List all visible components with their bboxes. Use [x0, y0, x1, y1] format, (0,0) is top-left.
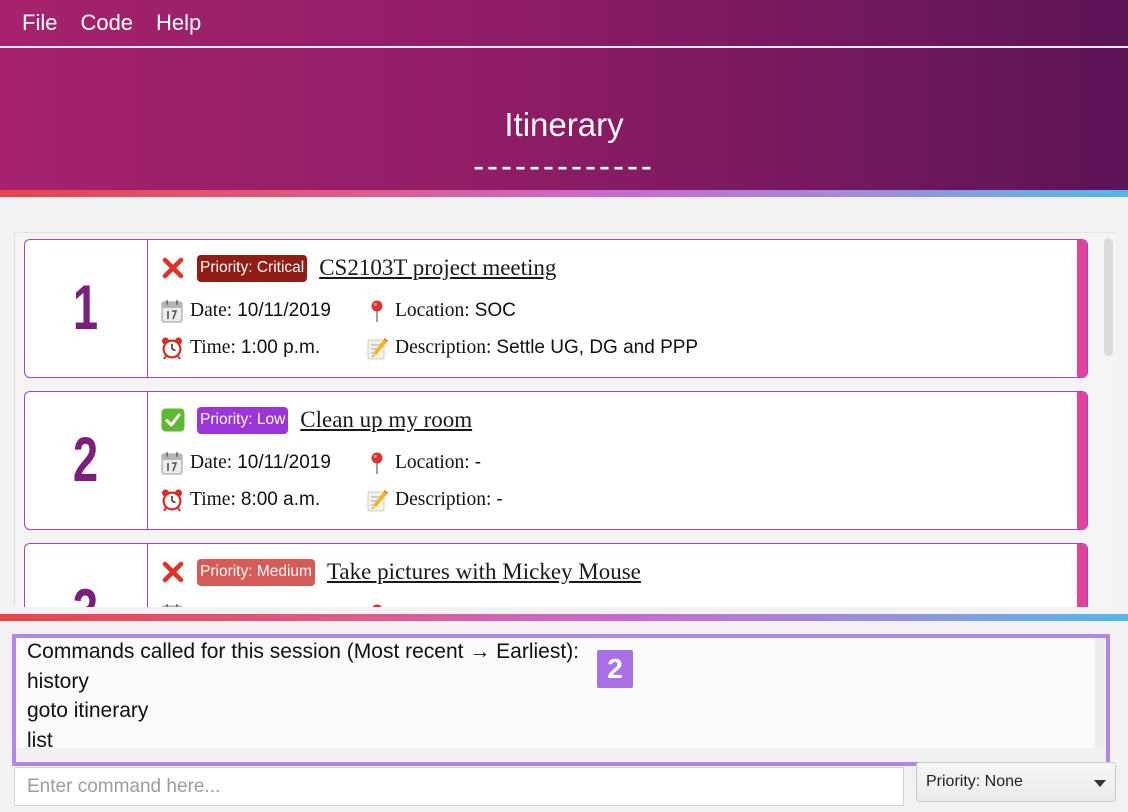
item-index: 2 — [73, 425, 99, 495]
check-mark-icon — [161, 408, 185, 432]
header-divider-stripe — [0, 190, 1128, 197]
item-header-row: Priority: Critical CS2103T project meeti… — [161, 254, 556, 282]
description-field: Description: - — [366, 488, 503, 512]
calendar-icon — [161, 603, 183, 607]
time-field: Time: 1:00 p.m. — [161, 336, 366, 360]
item-date-location-row: Date: 10/11/2019 Location: SOC — [161, 298, 516, 324]
item-title: Take pictures with Mickey Mouse — [326, 559, 641, 584]
description-value: - — [496, 489, 503, 510]
itinerary-list[interactable]: 1 Priority: Critical CS2103T project mee… — [14, 232, 1116, 607]
item-header-row: Priority: Low Clean up my room — [161, 406, 472, 434]
date-label: Date: — [190, 604, 232, 607]
item-header-row: Priority: Medium Take pictures with Mick… — [161, 558, 641, 586]
memo-icon — [366, 336, 388, 360]
date-field: Date: 10/11/2019 — [161, 299, 366, 323]
card-accent-bar — [1077, 392, 1087, 529]
location-field: Location: — [366, 603, 475, 607]
menu-file[interactable]: File — [22, 0, 57, 46]
item-index-cell: 1 — [25, 240, 148, 377]
item-title: CS2103T project meeting — [319, 255, 557, 280]
cross-mark-icon — [161, 256, 185, 280]
item-index-cell: 2 — [25, 392, 148, 529]
cross-mark-icon — [161, 560, 185, 584]
description-field: Description: Settle UG, DG and PPP — [366, 336, 698, 360]
priority-dropdown-value: Priority: None — [926, 773, 1023, 790]
pin-icon — [366, 603, 388, 607]
memo-icon — [366, 488, 388, 512]
alarm-clock-icon — [161, 336, 183, 360]
location-label: Location: — [395, 300, 470, 321]
result-line: history — [27, 669, 89, 693]
result-heading: Commands called for this session (Most r… — [27, 640, 580, 663]
date-label: Date: — [190, 300, 233, 321]
priority-badge: Priority: Critical — [197, 254, 308, 282]
pin-icon — [366, 299, 388, 323]
card-accent-bar — [1077, 240, 1087, 377]
priority-dropdown[interactable]: Priority: None — [916, 762, 1116, 802]
location-value: SOC — [474, 300, 516, 321]
panel-divider-stripe — [0, 614, 1128, 621]
date-value: 10/11/2019 — [237, 300, 331, 321]
menu-code[interactable]: Code — [80, 0, 133, 46]
time-label: Time: — [190, 489, 236, 510]
time-field: Time: 8:00 a.m. — [161, 488, 366, 512]
itinerary-card[interactable]: 3 Priority: Medium Take pictures with Mi… — [24, 543, 1088, 607]
result-horizontal-scrollbar[interactable] — [16, 748, 1106, 762]
location-label: Location: — [395, 604, 470, 607]
item-time-description-row: Time: 8:00 a.m. Description: - — [161, 487, 503, 513]
priority-badge: Priority: Low — [197, 406, 289, 434]
date-field: Date: 10/11/2019 — [161, 451, 366, 475]
card-accent-bar — [1077, 544, 1087, 607]
pin-icon — [366, 451, 388, 475]
chevron-down-icon — [1094, 780, 1106, 787]
calendar-icon — [161, 299, 183, 323]
command-input[interactable] — [14, 767, 904, 806]
item-date-location-row: Date: Location: — [161, 602, 475, 607]
annotation-badge: 2 — [597, 650, 633, 688]
priority-badge: Priority: Medium — [197, 558, 315, 586]
time-value: 1:00 p.m. — [240, 337, 321, 358]
itinerary-card[interactable]: 2 Priority: Low Clean up my room Date: 1… — [24, 391, 1088, 530]
item-date-location-row: Date: 10/11/2019 Location: - — [161, 450, 481, 476]
result-display[interactable]: Commands called for this session (Most r… — [12, 634, 1110, 766]
alarm-clock-icon — [161, 488, 183, 512]
app-header: File Code Help Itinerary ------------- — [0, 0, 1128, 190]
itinerary-card[interactable]: 1 Priority: Critical CS2103T project mee… — [24, 239, 1088, 378]
title-underline: ------------- — [473, 147, 655, 184]
result-line: goto itinerary — [27, 699, 149, 723]
description-label: Description: — [395, 489, 492, 510]
date-value: 10/11/2019 — [237, 452, 331, 473]
time-label: Time: — [190, 337, 236, 358]
result-text: Commands called for this session (Most r… — [27, 638, 580, 756]
location-field: Location: SOC — [366, 299, 516, 323]
page-title: Itinerary — [504, 106, 624, 143]
result-vertical-scrollbar[interactable] — [1095, 638, 1105, 748]
item-index-cell: 3 — [25, 544, 148, 607]
item-title: Clean up my room — [300, 407, 473, 432]
date-label: Date: — [190, 452, 233, 473]
time-value: 8:00 a.m. — [240, 489, 321, 510]
item-time-description-row: Time: 1:00 p.m. Description: Settle UG, … — [161, 335, 698, 361]
menu-help[interactable]: Help — [156, 0, 201, 46]
list-scrollbar-thumb[interactable] — [1104, 238, 1113, 356]
item-index: 3 — [73, 581, 98, 608]
item-index: 1 — [73, 273, 99, 343]
location-field: Location: - — [366, 451, 481, 475]
menu-bar: File Code Help — [0, 0, 1128, 48]
location-label: Location: — [395, 452, 470, 473]
description-label: Description: — [395, 337, 492, 358]
location-value: - — [474, 452, 482, 473]
description-value: Settle UG, DG and PPP — [496, 337, 699, 358]
date-field: Date: — [161, 603, 366, 607]
calendar-icon — [161, 451, 183, 475]
